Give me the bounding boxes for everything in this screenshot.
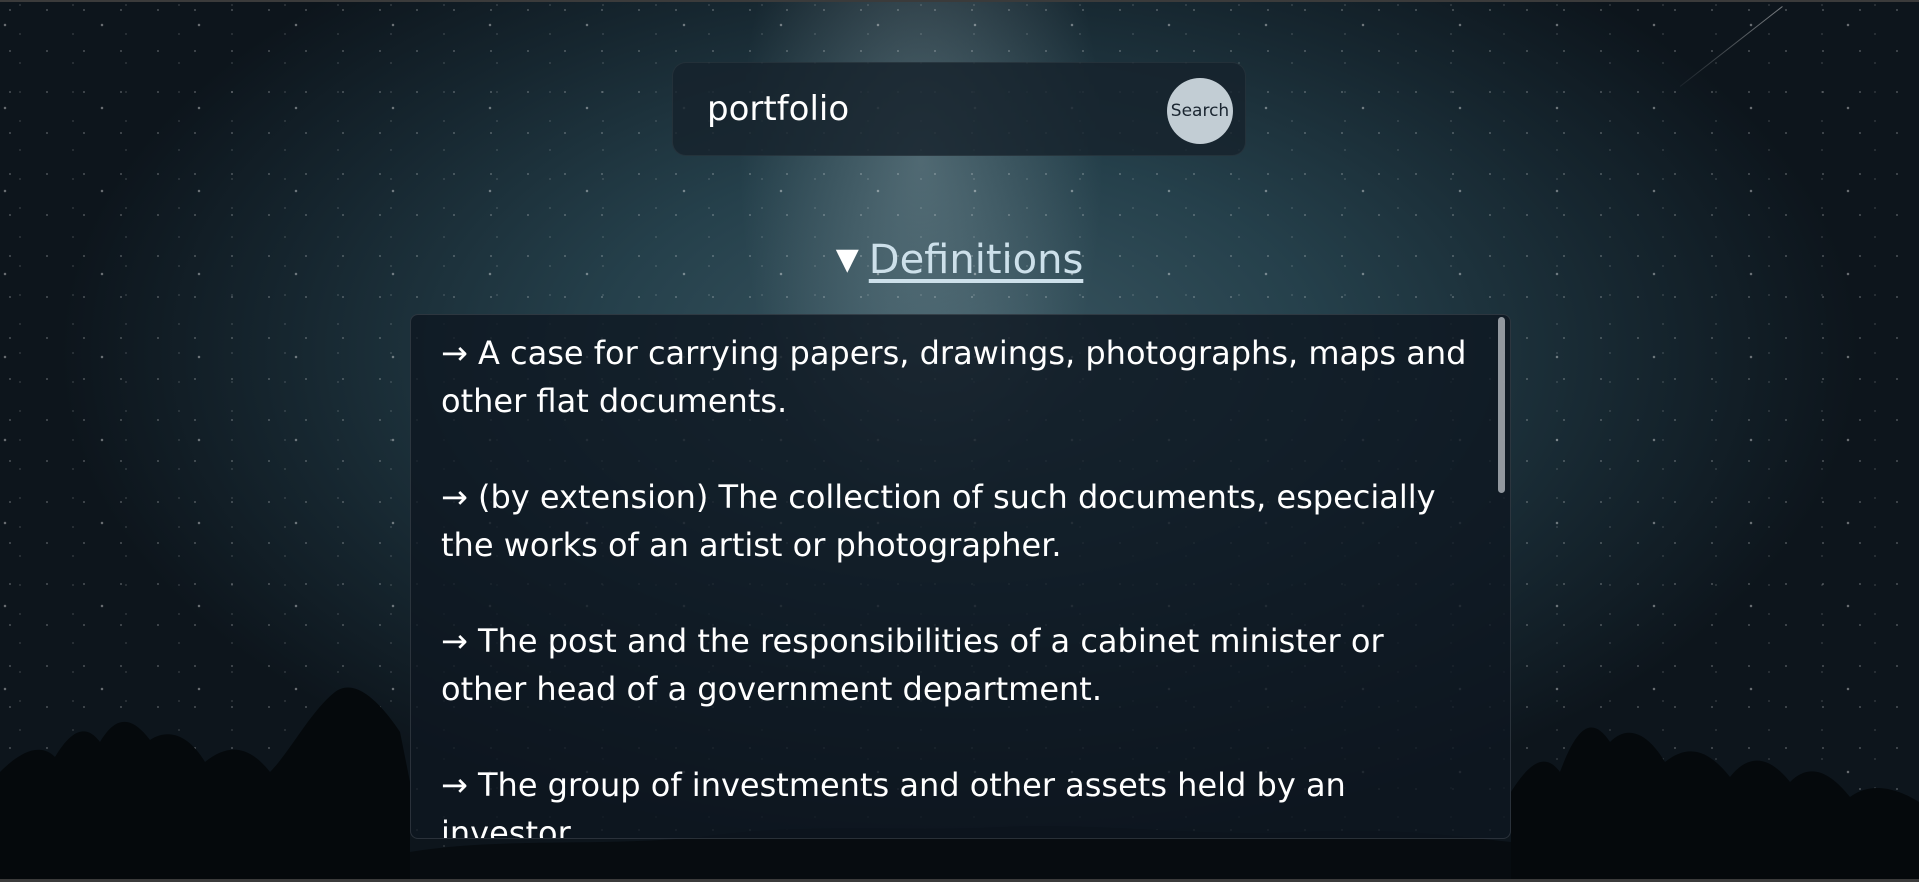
definition-item: → The post and the responsibilities of a… — [441, 622, 1384, 708]
definitions-toggle-link[interactable]: Definitions — [869, 237, 1084, 283]
search-bar: Search — [672, 62, 1246, 156]
scrollbar-thumb[interactable] — [1498, 317, 1505, 493]
definitions-list: → A case for carrying papers, drawings, … — [441, 329, 1476, 839]
definition-item: → A case for carrying papers, drawings, … — [441, 334, 1467, 420]
search-button[interactable]: Search — [1167, 78, 1233, 144]
shooting-star — [1679, 6, 1783, 87]
search-input[interactable] — [707, 81, 1127, 137]
definition-item: → The group of investments and other ass… — [441, 766, 1346, 839]
definition-item: → (by extension) The collection of such … — [441, 478, 1436, 564]
definitions-heading: ▼ Definitions — [0, 232, 1919, 288]
window-top-border — [0, 0, 1919, 2]
triangle-down-icon[interactable]: ▼ — [836, 232, 859, 288]
definitions-panel[interactable]: → A case for carrying papers, drawings, … — [410, 314, 1511, 839]
